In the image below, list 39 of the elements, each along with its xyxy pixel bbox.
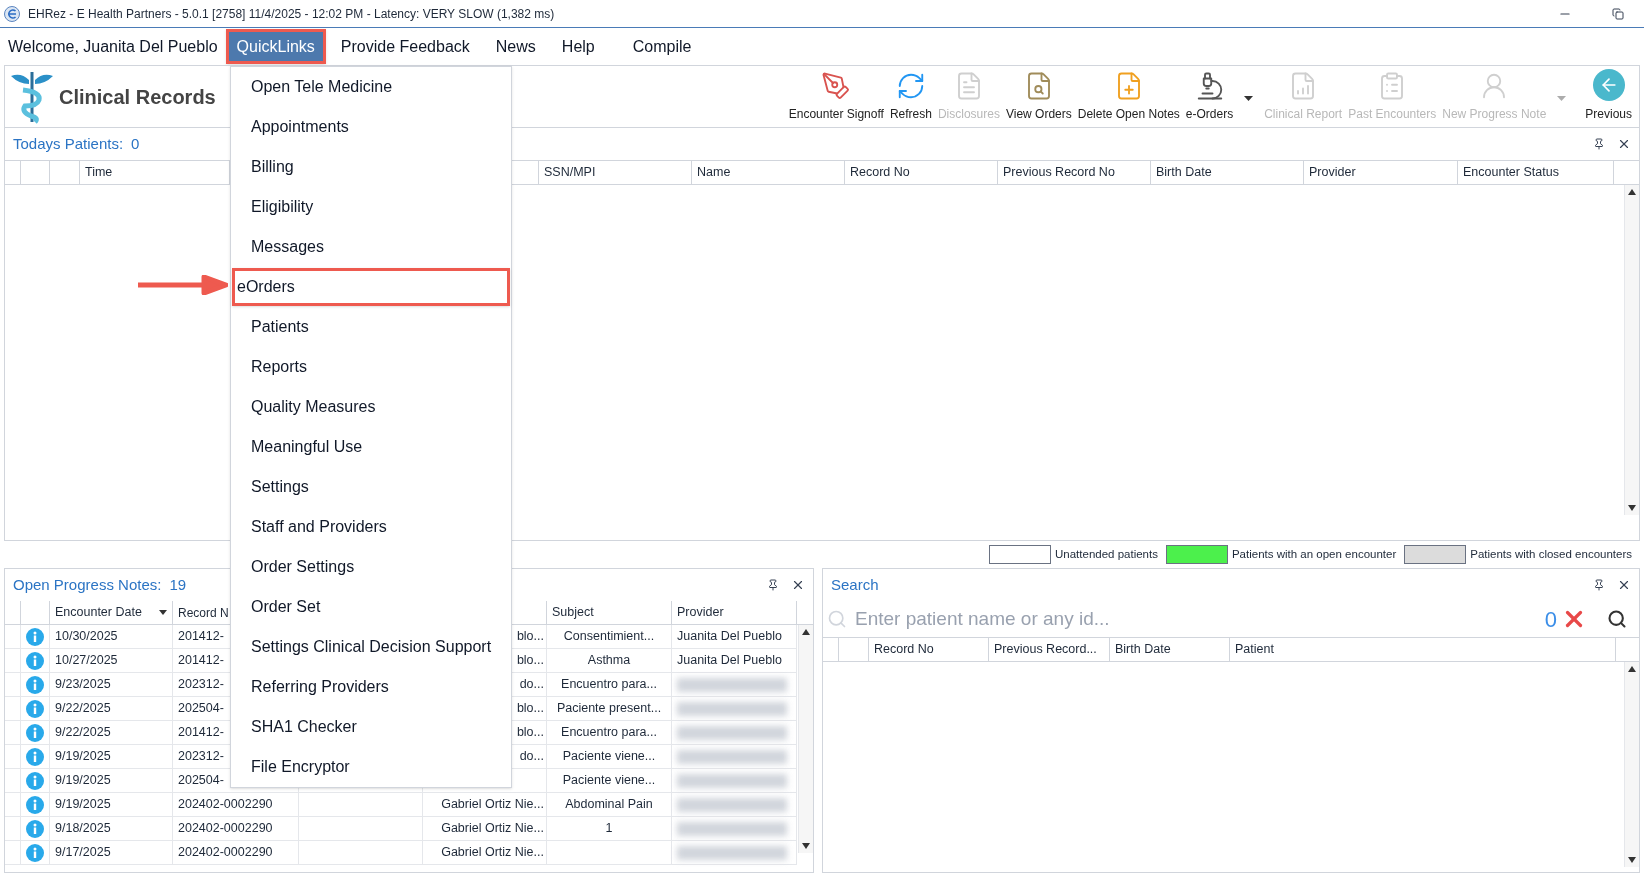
panel-title: Search [831,574,879,595]
table-cell: 9/19/2025 [50,769,173,793]
table-cell: 9/19/2025 [50,745,173,769]
table-cell: Encuentro para... [547,673,672,697]
table-cell: 202402-0002290 [173,817,299,841]
table-cell: Gabriel Ortiz Nie... [423,841,547,865]
table-cell: 9/17/2025 [50,841,173,865]
table-cell: Paciente viene... [547,769,672,793]
count-text: 0 [131,133,140,154]
table-cell: 9/19/2025 [50,793,173,817]
legend-label: Unattended patients [1055,546,1158,562]
table-cell: Gabriel Ortiz Nie... [423,793,547,817]
table-cell: 9/18/2025 [50,817,173,841]
legend-label: Patients with an open encounter [1231,546,1397,562]
table-cell: Encuentro para... [547,721,672,745]
table-cell: 1 [547,817,672,841]
table-cell: 10/30/2025 [50,625,173,649]
app-title: Clinical Records [59,84,216,110]
window-title: EHRez - E Health Partners - 5.0.1 [2758] 11/4/2025 - 12:02 PM - Latency: VERY SLOW (1,382 ms) [28,5,555,23]
table-cell: Consentimient... [547,625,672,649]
table-cell: 9/23/2025 [50,673,173,697]
result-count: 0 [1544,605,1557,634]
count-text: 19 [169,574,187,595]
table-cell: Paciente present... [547,697,672,721]
table-cell: 202402-0002290 [173,793,299,817]
table-cell: Abdominal Pain [547,793,672,817]
table-cell: Paciente viene... [547,745,672,769]
table-cell: Asthma [547,649,672,673]
table-cell: Juanita Del Pueblo [672,649,797,673]
table-cell: 9/22/2025 [50,697,173,721]
table-cell: Gabriel Ortiz Nie... [423,817,547,841]
legend-label: Patients with closed encounters [1470,546,1632,562]
table-cell: Juanita Del Pueblo [672,625,797,649]
table-cell: 10/27/2025 [50,649,173,673]
panel-title: Open Progress Notes: [13,574,162,595]
table-cell: 9/22/2025 [50,721,173,745]
table-cell: 202402-0002290 [173,841,299,865]
welcome-text: Welcome, Juanita Del Pueblo [8,36,218,57]
panel-title: Todays Patients: [13,133,124,154]
